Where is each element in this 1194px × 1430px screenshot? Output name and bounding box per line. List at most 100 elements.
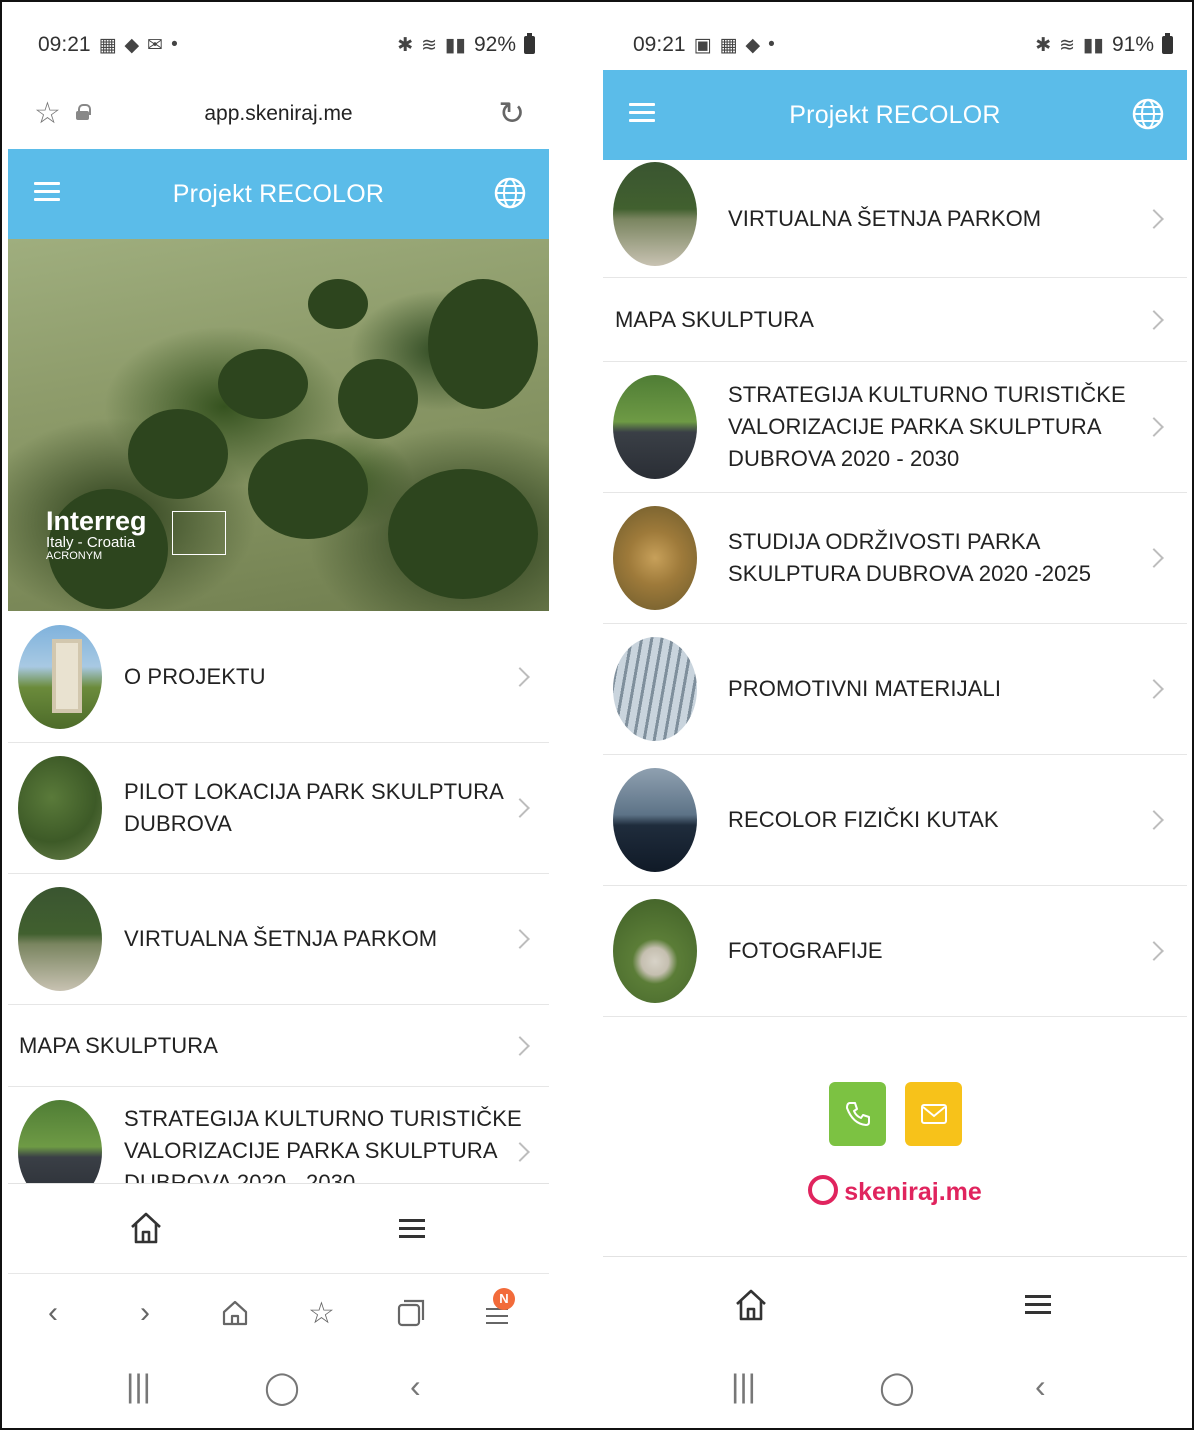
- battery-percent: 91%: [1111, 33, 1154, 56]
- notification-badge: N: [493, 1288, 515, 1310]
- interreg-logo: Interreg Italy - Croatia ACRONYM: [46, 507, 147, 563]
- phone-icon: [846, 1102, 870, 1126]
- list-item-studija[interactable]: STUDIJA ODRŽIVOSTI PARKA SKULPTURA DUBRO…: [603, 493, 1187, 624]
- chevron-right-icon: [510, 929, 530, 949]
- eu-flag-icon: [172, 511, 226, 555]
- gmail-icon: ✉: [147, 34, 164, 56]
- mail-button[interactable]: [905, 1082, 962, 1146]
- list-item-fizicki-kutak[interactable]: RECOLOR FIZIČKI KUTAK: [603, 755, 1187, 886]
- chevron-right-icon: [1144, 548, 1164, 568]
- reload-icon[interactable]: ↻: [498, 94, 525, 132]
- app-title: Projekt RECOLOR: [789, 100, 1001, 129]
- list-item-strategija[interactable]: STRATEGIJA KULTURNO TURISTIČKE VALORIZAC…: [603, 362, 1187, 493]
- hamburger-icon[interactable]: [34, 182, 60, 202]
- tree-shape: [308, 279, 368, 329]
- chevron-right-icon: [1144, 941, 1164, 961]
- tabs-icon[interactable]: [396, 1298, 426, 1328]
- browser-home-icon[interactable]: [220, 1298, 250, 1328]
- notification-icon: ▦: [719, 34, 738, 56]
- back-nav-icon[interactable]: ‹: [1035, 1368, 1046, 1405]
- gallery-icon: ▣: [693, 34, 712, 56]
- globe-icon[interactable]: [1131, 97, 1165, 131]
- phone-button[interactable]: [829, 1082, 886, 1146]
- android-nav-bar: ||| ◯ ‹: [8, 1352, 549, 1428]
- forward-icon[interactable]: ›: [140, 1296, 150, 1330]
- status-time: 09:21: [38, 33, 91, 56]
- contact-buttons: [603, 1082, 1187, 1148]
- phone-left: 09:21 ▦ ◆ ✉ • ✱ ≋ ▮▮ 92% ☆ app.skeniraj.…: [8, 2, 549, 1428]
- signal-icon: ▮▮: [445, 34, 466, 56]
- android-icon: ◆: [124, 34, 140, 56]
- skeniraj-brand[interactable]: skeniraj.me: [603, 1175, 1187, 1208]
- battery-percent: 92%: [473, 33, 516, 56]
- menu-icon[interactable]: [399, 1219, 425, 1239]
- tree-shape: [248, 439, 368, 539]
- list-item-promotivni[interactable]: PROMOTIVNI MATERIJALI: [603, 624, 1187, 755]
- phone-right: 09:21 ▣ ▦ ◆ • ✱ ≋ ▮▮ 91% Projekt RECOLOR…: [603, 2, 1187, 1428]
- android-icon: ◆: [745, 34, 761, 56]
- menu-list: VIRTUALNA ŠETNJA PARKOM MAPA SKULPTURA S…: [603, 160, 1187, 1017]
- url-text[interactable]: app.skeniraj.me: [8, 102, 549, 126]
- thumb-image: [613, 162, 697, 266]
- tree-shape: [388, 469, 538, 599]
- list-item-mapa-skulptura[interactable]: MAPA SKULPTURA: [603, 278, 1187, 362]
- item-label: MAPA SKULPTURA: [615, 306, 815, 332]
- chevron-right-icon: [510, 798, 530, 818]
- more-notifications-icon: •: [171, 34, 178, 55]
- battery-icon: [524, 33, 535, 54]
- mail-icon: [921, 1104, 947, 1124]
- back-icon[interactable]: ‹: [48, 1296, 58, 1330]
- wifi-icon: ≋: [421, 34, 438, 56]
- thumb-image: [613, 375, 697, 479]
- hamburger-icon[interactable]: [629, 103, 655, 123]
- logo-brand: Interreg: [46, 506, 147, 536]
- home-button-icon[interactable]: ◯: [879, 1368, 915, 1406]
- list-item-pilot-lokacija[interactable]: PILOT LOKACIJA PARK SKULPTURA DUBROVA: [8, 743, 549, 874]
- recents-icon[interactable]: |||: [731, 1368, 756, 1405]
- app-bottom-bar: [603, 1256, 1187, 1352]
- globe-icon[interactable]: [493, 176, 527, 210]
- thumb-image: [613, 768, 697, 872]
- status-bar: 09:21 ▦ ◆ ✉ • ✱ ≋ ▮▮ 92%: [8, 2, 549, 88]
- chevron-right-icon: [510, 1035, 530, 1056]
- hero-image: Interreg Italy - Croatia ACRONYM: [8, 239, 549, 611]
- thumb-image: [18, 756, 102, 860]
- bluetooth-icon: ✱: [1035, 34, 1052, 56]
- home-icon[interactable]: [733, 1287, 769, 1323]
- more-notifications-icon: •: [768, 34, 775, 55]
- bookmarks-icon[interactable]: ☆: [308, 1296, 335, 1331]
- list-item-fotografije[interactable]: FOTOGRAFIJE: [603, 886, 1187, 1017]
- logo-sub: Italy - Croatia: [46, 534, 136, 551]
- signal-icon: ▮▮: [1083, 34, 1104, 56]
- item-label: MAPA SKULPTURA: [19, 1032, 219, 1058]
- chevron-right-icon: [1144, 309, 1164, 330]
- browser-url-bar[interactable]: ☆ app.skeniraj.me ↻: [8, 88, 549, 148]
- browser-toolbar: ‹ › ☆ N: [8, 1273, 549, 1351]
- home-icon[interactable]: [128, 1210, 164, 1246]
- brand-text: skeniraj.me: [844, 1178, 982, 1206]
- home-button-icon[interactable]: ◯: [264, 1368, 300, 1406]
- chevron-right-icon: [1144, 208, 1164, 229]
- thumb-image: [18, 625, 102, 729]
- tree-shape: [428, 279, 538, 409]
- recents-icon[interactable]: |||: [126, 1368, 151, 1405]
- notification-icon: ▦: [98, 34, 117, 56]
- battery-icon: [1162, 33, 1173, 54]
- list-item-virtualna-setnja[interactable]: VIRTUALNA ŠETNJA PARKOM: [8, 874, 549, 1005]
- app-bottom-bar: [8, 1183, 549, 1273]
- back-nav-icon[interactable]: ‹: [410, 1368, 421, 1405]
- thumb-image: [613, 506, 697, 610]
- list-item-mapa-skulptura[interactable]: MAPA SKULPTURA: [8, 1005, 549, 1087]
- wifi-icon: ≋: [1059, 34, 1076, 56]
- chevron-right-icon: [1144, 810, 1164, 830]
- browser-menu-icon[interactable]: [486, 1308, 508, 1324]
- tree-shape: [128, 409, 228, 499]
- menu-icon[interactable]: [1025, 1295, 1051, 1315]
- android-nav-bar: ||| ◯ ‹: [603, 1352, 1187, 1428]
- skeniraj-logo-icon: [808, 1175, 839, 1206]
- app-header: Projekt RECOLOR: [8, 149, 549, 239]
- list-item-o-projektu[interactable]: O PROJEKTU: [8, 612, 549, 743]
- bluetooth-icon: ✱: [397, 34, 414, 56]
- list-item-strategija[interactable]: STRATEGIJA KULTURNO TURISTIČKE VALORIZAC…: [8, 1087, 549, 1187]
- list-item-virtualna-setnja[interactable]: VIRTUALNA ŠETNJA PARKOM: [603, 160, 1187, 278]
